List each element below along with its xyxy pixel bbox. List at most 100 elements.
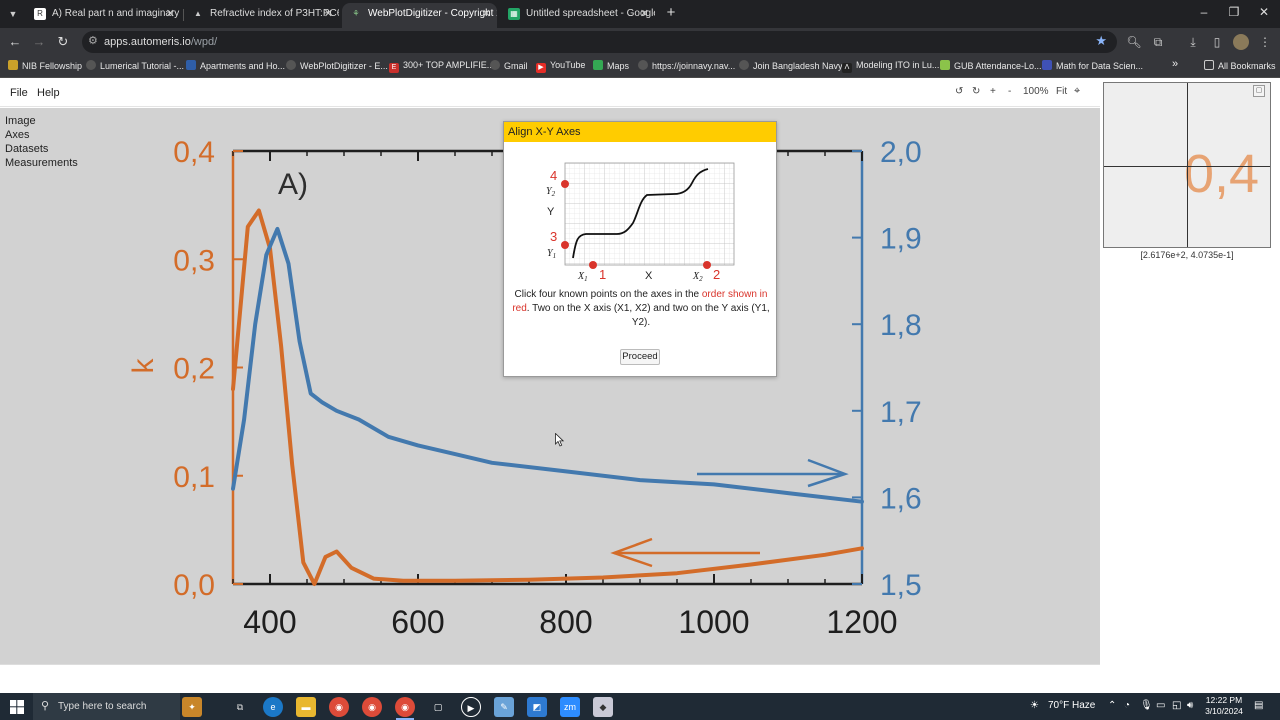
site-info-icon[interactable]: ⚙ [88, 34, 98, 47]
bookmark-label: Apartments and Ho... [200, 61, 286, 71]
search-highlight-icon[interactable]: ✦ [182, 697, 202, 717]
bookmark-label: Maps [607, 61, 630, 71]
sidebar-item-datasets[interactable]: Datasets [5, 142, 78, 156]
media-player-icon[interactable]: ▶ [461, 697, 481, 717]
rotate-left-icon[interactable]: ↺ [955, 86, 963, 97]
magnifier-settings-icon[interactable]: ▢ [1253, 85, 1265, 97]
all-bookmarks[interactable]: All Bookmarks [1204, 60, 1276, 71]
tray-chevron-icon[interactable]: ⌃ [1108, 700, 1116, 711]
edge-icon[interactable]: e [263, 697, 283, 717]
zoom-in-button[interactable]: + [990, 86, 996, 97]
point-2-label: 2 [713, 267, 720, 282]
chrome-active-icon[interactable]: ◉ [395, 697, 415, 717]
bookmark-item[interactable]: Lumerical Tutorial -... [86, 60, 184, 71]
tab-strip: ▼ R A) Real part n and imaginary pa ✕ ▲ … [0, 0, 1280, 28]
battery-icon[interactable]: ▭ [1156, 700, 1165, 711]
point-4-marker [561, 180, 569, 188]
y2-label: Y2 [546, 186, 556, 198]
forward-icon[interactable]: → [30, 33, 48, 51]
tab-title: A) Real part n and imaginary pa [52, 8, 181, 19]
weather-icon[interactable]: ☀ [1030, 700, 1039, 711]
store-icon[interactable]: ▢ [428, 697, 448, 717]
document-icon: R [34, 8, 46, 20]
bookmark-item[interactable]: Λ Modeling ITO in Lu... [842, 60, 939, 73]
bookmark-item[interactable]: Apartments and Ho... [186, 60, 285, 71]
reload-icon[interactable]: ↻ [54, 33, 72, 51]
bookmark-item[interactable]: Join Bangladesh Navy [739, 60, 843, 71]
close-window-icon[interactable]: ✕ [1254, 5, 1274, 19]
close-icon[interactable]: ✕ [324, 3, 333, 25]
side-panel-icon[interactable]: ▯ [1209, 34, 1225, 50]
chrome-profile-icon[interactable]: ◉ [362, 697, 382, 717]
microphone-icon[interactable]: 🎙︎ [1140, 700, 1153, 711]
back-icon[interactable]: ← [6, 33, 24, 51]
tray-app-icon[interactable]: ◔ [1124, 700, 1130, 711]
menu-help[interactable]: Help [37, 87, 60, 99]
minimize-icon[interactable]: – [1194, 5, 1214, 19]
tab-search-icon[interactable]: ▼ [4, 5, 22, 23]
bookmark-item[interactable]: E 300+ TOP AMPLIFIE... [389, 60, 494, 73]
bookmark-star-icon[interactable]: ★ [1095, 33, 1107, 49]
tab-3[interactable]: ▦ Untitled spreadsheet - Google S ✕ [500, 3, 655, 28]
bookmark-item[interactable]: WebPlotDigitizer - E... [286, 60, 388, 71]
bookmark-label: Lumerical Tutorial -... [100, 61, 185, 71]
bookmark-item[interactable]: ▶ YouTube [536, 60, 585, 73]
bookmark-item[interactable]: Gmail [490, 60, 528, 71]
bookmark-item[interactable]: https://joinnavy.nav... [638, 60, 735, 71]
bookmarks-overflow-icon[interactable]: » [1172, 58, 1178, 70]
clock-time: 12:22 PM [1205, 695, 1243, 705]
new-tab-button[interactable]: + [662, 4, 680, 22]
clock-date: 3/10/2024 [1205, 706, 1243, 716]
point-4-label: 4 [550, 168, 557, 183]
folder-icon [1204, 60, 1214, 70]
cursor-coordinates: [2.6176e+2, 4.0735e-1] [1140, 250, 1234, 260]
close-icon[interactable]: ✕ [482, 3, 491, 25]
zoom-icon[interactable]: zm [560, 697, 580, 717]
tab-0[interactable]: R A) Real part n and imaginary pa ✕ [26, 3, 181, 28]
sidebar-item-image[interactable]: Image [5, 114, 78, 128]
app-icon[interactable]: ◆ [593, 697, 613, 717]
weather-text[interactable]: 70°F Haze [1048, 700, 1095, 711]
extensions-icon[interactable]: ⧉ [1150, 34, 1166, 50]
download-icon[interactable]: ⤓ [1185, 34, 1201, 50]
bookmark-icon: Λ [842, 63, 852, 73]
bookmark-item[interactable]: Math for Data Scien... [1042, 60, 1143, 71]
bookmark-label: NIB Fellowship [22, 61, 83, 71]
search-placeholder: Type here to search [58, 701, 147, 712]
volume-icon[interactable]: 🔊︎ [1187, 700, 1193, 711]
paint-icon[interactable]: ◩ [527, 697, 547, 717]
proceed-button[interactable]: Proceed [620, 349, 660, 365]
zoom-search-icon[interactable]: 🔍︎ [1126, 34, 1142, 50]
file-explorer-icon[interactable]: ▬ [296, 697, 316, 717]
tab-2-active[interactable]: ⚘ WebPlotDigitizer - Copyright 20 ✕ [342, 3, 497, 28]
more-menu-icon[interactable]: ⋮ [1257, 34, 1273, 50]
bookmark-item[interactable]: Maps [593, 60, 629, 71]
notepad-icon[interactable]: ✎ [494, 697, 514, 717]
taskbar-search-box[interactable]: ⚲ Type here to search [33, 693, 180, 720]
rotate-right-icon[interactable]: ↻ [972, 86, 980, 97]
bookmark-item[interactable]: GUB Attendance-Lo... [940, 60, 1042, 71]
menu-file[interactable]: File [10, 87, 28, 99]
fit-button[interactable]: Fit [1056, 86, 1067, 97]
restore-icon[interactable]: ❐ [1224, 5, 1244, 19]
chrome-icon[interactable]: ◉ [329, 697, 349, 717]
bookmark-item[interactable]: NIB Fellowship [8, 60, 82, 71]
task-view-icon[interactable]: ⧉ [230, 697, 250, 717]
crosshair-icon[interactable]: ⌖ [1074, 85, 1080, 98]
url-text: apps.automeris.io/wpd/ [104, 36, 217, 48]
sidebar-item-axes[interactable]: Axes [5, 128, 78, 142]
windows-start-icon[interactable] [10, 700, 24, 714]
close-icon[interactable]: ✕ [640, 3, 649, 25]
search-icon: ⚲ [41, 700, 50, 712]
point-2-marker [703, 261, 711, 269]
tab-1[interactable]: ▲ Refractive index of P3HT:PC61B ✕ [184, 3, 339, 28]
network-icon[interactable]: ◱ [1172, 700, 1181, 711]
zoom-out-button[interactable]: - [1008, 86, 1011, 97]
notifications-icon[interactable]: ▤ [1254, 700, 1263, 711]
profile-avatar[interactable] [1233, 34, 1249, 50]
address-bar[interactable]: ⚙ apps.automeris.io/wpd/ ★ [82, 31, 1117, 53]
bookmark-icon: E [389, 63, 399, 73]
taskbar-clock[interactable]: 12:22 PM 3/10/2024 [1200, 695, 1248, 717]
close-icon[interactable]: ✕ [166, 3, 175, 25]
sidebar-item-measurements[interactable]: Measurements [5, 156, 78, 170]
